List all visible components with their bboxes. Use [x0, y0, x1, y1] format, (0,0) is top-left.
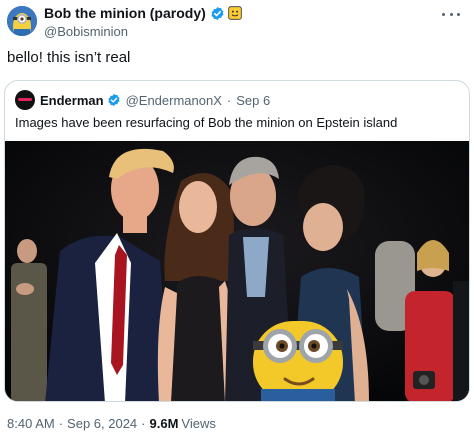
- more-options-icon[interactable]: [442, 8, 460, 20]
- smiling-face-emoji-icon: [228, 6, 242, 20]
- author-display-name[interactable]: Bob the minion (parody): [44, 5, 206, 21]
- author-handle[interactable]: @Bobisminion: [44, 24, 242, 39]
- meta-separator: ·: [58, 416, 64, 431]
- tweet: Bob the minion (parody) @Bobisminion bel…: [0, 0, 474, 436]
- quoted-tweet[interactable]: Enderman @EndermanonX · Sep 6 Images hav…: [4, 80, 470, 402]
- quoted-photo[interactable]: [5, 141, 469, 401]
- quoted-date[interactable]: Sep 6: [236, 93, 270, 108]
- meta-separator-2: ·: [141, 416, 146, 431]
- tweet-text: bello! this isn’t real: [7, 49, 131, 66]
- views-count[interactable]: 9.6M: [150, 416, 179, 431]
- quoted-verified-badge-icon: [107, 93, 121, 107]
- quoted-tweet-header: Enderman @EndermanonX · Sep 6: [15, 90, 270, 110]
- quoted-tweet-text: Images have been resurfacing of Bob the …: [15, 115, 398, 130]
- quoted-separator: ·: [226, 92, 232, 108]
- tweet-meta: 8:40 AM · Sep 6, 2024 · 9.6M Views: [7, 416, 216, 431]
- views-label: Views: [181, 416, 216, 431]
- quoted-author-handle[interactable]: @EndermanonX: [126, 93, 222, 108]
- tweet-time[interactable]: 8:40 AM: [7, 416, 55, 431]
- quoted-author-name[interactable]: Enderman: [40, 93, 104, 108]
- verified-badge-icon[interactable]: [210, 6, 225, 21]
- author-avatar[interactable]: [7, 6, 37, 36]
- tweet-date[interactable]: Sep 6, 2024: [67, 416, 137, 431]
- quoted-author-avatar[interactable]: [15, 90, 35, 110]
- author-block: Bob the minion (parody) @Bobisminion: [44, 4, 242, 39]
